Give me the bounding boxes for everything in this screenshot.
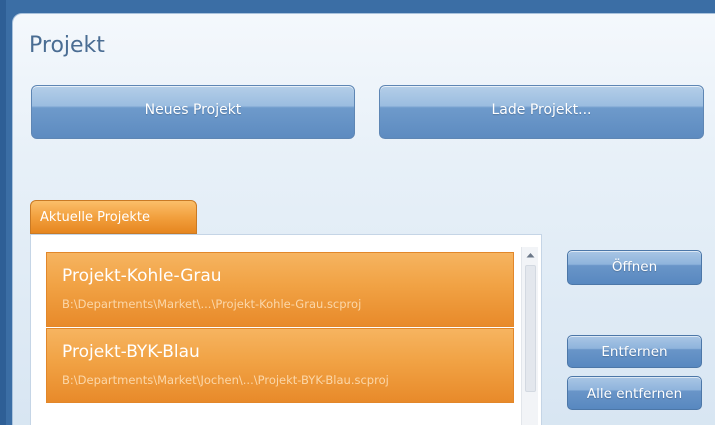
project-path: B:\Departments\Market\...\Projekt-Kohle-… xyxy=(62,297,362,311)
remove-all-button[interactable]: Alle entfernen xyxy=(567,376,702,410)
remove-button[interactable]: Entfernen xyxy=(567,335,702,368)
tab-recent-projects[interactable]: Aktuelle Projekte xyxy=(30,200,197,234)
new-project-button[interactable]: Neues Projekt xyxy=(31,85,355,139)
chevron-up-icon xyxy=(526,253,534,258)
scroll-up-button[interactable] xyxy=(522,247,538,263)
list-item[interactable]: Projekt-BYK-Blau B:\Departments\Market\J… xyxy=(46,328,514,403)
window-top-border xyxy=(0,0,715,12)
open-button[interactable]: Öffnen xyxy=(567,250,702,285)
app-window: Projekt Neues Projekt Lade Projekt... Ak… xyxy=(0,0,715,425)
recent-projects-list[interactable]: Projekt-Kohle-Grau B:\Departments\Market… xyxy=(30,234,542,425)
window-left-border xyxy=(0,0,6,425)
project-path: B:\Departments\Market\Jochen\...\Projekt… xyxy=(62,373,389,387)
project-name: Projekt-Kohle-Grau xyxy=(62,266,222,286)
scrollbar-thumb[interactable] xyxy=(525,265,536,392)
project-name: Projekt-BYK-Blau xyxy=(62,342,200,362)
vertical-scrollbar[interactable] xyxy=(521,247,538,425)
load-project-button[interactable]: Lade Projekt... xyxy=(379,85,704,139)
list-item[interactable]: Projekt-Kohle-Grau B:\Departments\Market… xyxy=(46,252,514,327)
page-title: Projekt xyxy=(29,33,105,58)
